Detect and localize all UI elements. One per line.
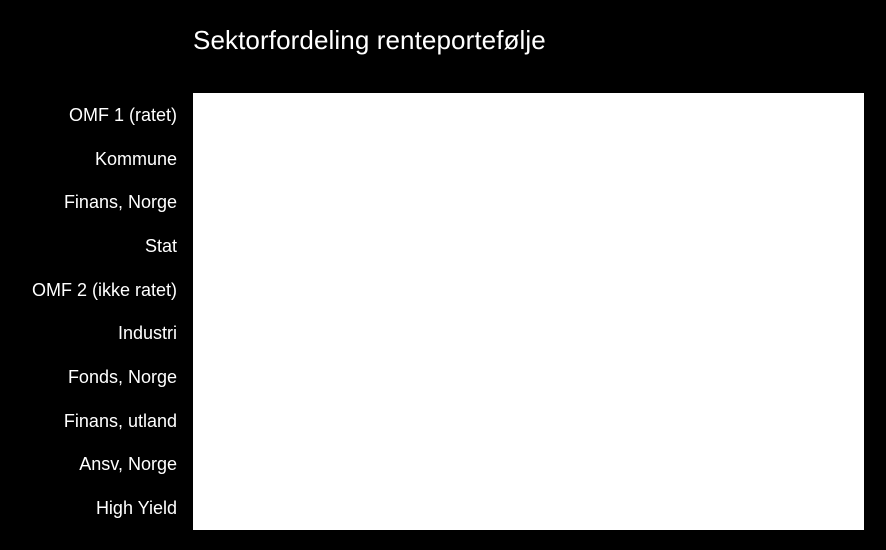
category-label: Ansv, Norge bbox=[79, 454, 177, 475]
plot-area bbox=[193, 93, 864, 530]
category-label: Kommune bbox=[94, 148, 177, 169]
chart-title: Sektorfordeling renteportefølje bbox=[193, 25, 546, 55]
category-label: Industri bbox=[117, 323, 177, 344]
category-label: High Yield bbox=[95, 498, 177, 519]
category-label: Stat bbox=[144, 235, 177, 256]
chart-container: Sektorfordeling renteportefølje OMF 1 (r… bbox=[0, 0, 886, 550]
category-label: Finans, Norge bbox=[63, 192, 177, 213]
category-label: OMF 1 (ratet) bbox=[68, 104, 177, 125]
bar-series bbox=[193, 93, 864, 530]
category-label: Finans, utland bbox=[63, 410, 177, 431]
category-axis: OMF 1 (ratet) Kommune Finans, Norge Stat OMF… bbox=[0, 93, 185, 530]
category-label: Fonds, Norge bbox=[67, 367, 177, 388]
category-label: OMF 2 (ikke ratet) bbox=[31, 279, 177, 300]
